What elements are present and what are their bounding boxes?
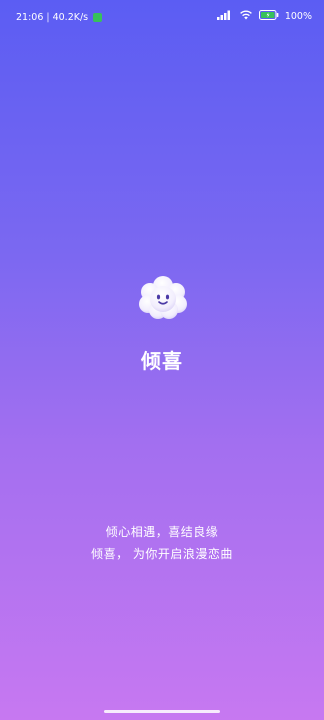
status-time: 21:06: [16, 12, 44, 23]
wifi-icon: [239, 10, 253, 23]
status-bar: 21:06 | 40.2K/s 100%: [0, 0, 324, 34]
battery-percent: 100%: [284, 11, 312, 22]
battery-icon: [258, 10, 279, 23]
app-notification-icon: [93, 13, 103, 22]
cloud-smile-icon: [136, 270, 190, 324]
slogan-line-1: 倾心相遇，喜结良缘: [105, 525, 219, 539]
home-indicator[interactable]: [104, 710, 220, 713]
status-right: 100%: [216, 10, 312, 23]
status-left: 21:06 | 40.2K/s: [16, 12, 103, 23]
signal-icon: [216, 10, 233, 23]
splash-screen: 21:06 | 40.2K/s 100% 倾喜 倾心相遇，喜结良缘 倾喜， 为你…: [0, 0, 324, 720]
network-speed: 40.2K/s: [52, 12, 89, 23]
app-name: 倾喜: [141, 349, 183, 373]
status-separator: |: [46, 12, 50, 23]
slogan-line-2: 倾喜， 为你开启浪漫恋曲: [91, 547, 233, 561]
